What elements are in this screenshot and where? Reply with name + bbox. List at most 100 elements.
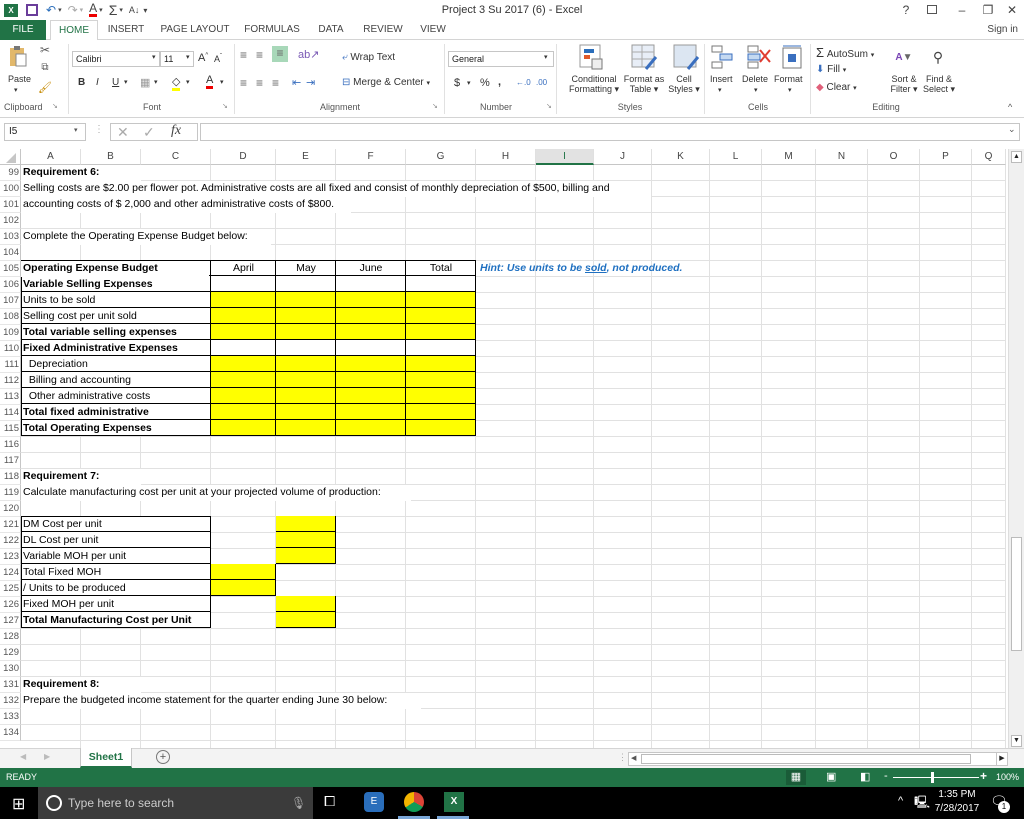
column-header-m[interactable]: M [762,149,816,165]
budget-input-cell[interactable] [336,420,406,436]
copy-icon[interactable]: ⧉ [38,60,52,74]
budget-input-cell[interactable] [211,420,276,436]
scroll-down-button[interactable]: ▼ [1011,735,1022,747]
delete-button[interactable]: Delete [742,74,768,84]
column-header-a[interactable]: A [21,149,81,165]
clipboard-launcher-icon[interactable]: ↘ [52,102,58,110]
network-icon[interactable]: 🖳 [914,793,930,814]
mfg-input-cell[interactable] [276,516,336,532]
sheet-tab-sheet1[interactable]: Sheet1 [80,748,132,768]
fill-button[interactable]: ⬇ Fill ▾ [816,64,846,75]
underline-dropdown-icon[interactable]: ▾ [124,78,128,86]
row-header-104[interactable]: 104 [0,245,21,261]
column-header-b[interactable]: B [81,149,141,165]
scroll-up-button[interactable]: ▲ [1011,151,1022,163]
row-header-116[interactable]: 116 [0,437,21,453]
budget-input-cell[interactable] [336,404,406,420]
column-header-i[interactable]: I [536,149,594,165]
grow-font-icon[interactable]: A^ [198,52,208,64]
column-header-h[interactable]: H [476,149,536,165]
format-as-table-button[interactable]: Format as Table ▾ [620,74,668,95]
orientation-icon[interactable]: ab↗ [298,48,319,61]
italic-button[interactable]: I [96,77,99,88]
budget-input-cell[interactable] [211,356,276,372]
vertical-scroll-thumb[interactable] [1011,537,1022,651]
cell-styles-icon[interactable] [672,43,700,71]
ribbon-display-options-button[interactable] [922,3,942,17]
autosum-button[interactable]: Σ AutoSum ▾ [816,45,874,60]
budget-input-cell[interactable] [406,324,476,340]
select-all-corner[interactable] [0,149,21,165]
row-header-99[interactable]: 99 [0,165,21,181]
normal-view-icon[interactable]: ▦ [786,770,806,785]
budget-input-cell[interactable] [276,292,336,308]
excel-taskbar-icon[interactable]: X [444,792,464,812]
paste-label[interactable]: Paste [8,74,31,84]
borders-dropdown-icon[interactable]: ▾ [154,78,158,86]
align-center-icon[interactable]: ≡ [256,76,263,90]
underline-button[interactable]: U [112,77,119,88]
bold-button[interactable]: B [78,77,85,88]
insert-cells-icon[interactable] [710,44,734,70]
close-button[interactable]: ✕ [1002,3,1022,17]
zoom-out-button[interactable]: - [884,770,888,782]
tab-data[interactable]: DATA [312,20,350,40]
tab-insert[interactable]: INSERT [104,20,148,40]
budget-input-cell[interactable] [336,292,406,308]
sign-in-link[interactable]: Sign in [987,20,1018,40]
row-header-111[interactable]: 111 [0,357,21,373]
zoom-level[interactable]: 100% [996,772,1019,782]
font-name-dropdown-icon[interactable]: ▾ [152,53,156,61]
row-header-102[interactable]: 102 [0,213,21,229]
row-header-127[interactable]: 127 [0,613,21,629]
insert-button[interactable]: Insert [710,74,733,84]
horizontal-scroll-thumb[interactable] [641,754,971,764]
borders-icon[interactable]: ▦ [140,76,150,89]
tab-view[interactable]: VIEW [414,20,452,40]
row-header-109[interactable]: 109 [0,325,21,341]
sort-filter-button[interactable]: Sort & Filter ▾ [888,74,920,95]
sort-filter-icon[interactable]: A ▼ [892,46,916,68]
shrink-font-icon[interactable]: Aˇ [214,54,222,64]
show-hidden-icons[interactable]: ^ [898,795,903,807]
row-header-107[interactable]: 107 [0,293,21,309]
row-header-101[interactable]: 101 [0,197,21,213]
font-color-dropdown-icon[interactable]: ▾ [220,78,224,86]
page-layout-view-icon[interactable]: ▣ [826,770,836,783]
new-sheet-button[interactable]: + [156,750,170,764]
tab-splitter-icon[interactable]: ⋮ [618,752,627,763]
minimize-button[interactable]: – [952,3,972,17]
fill-color-icon[interactable]: ◇ [172,75,181,91]
mfg-input-cell[interactable] [276,532,336,548]
row-header-114[interactable]: 114 [0,405,21,421]
row-header-119[interactable]: 119 [0,485,21,501]
scroll-right-button[interactable]: ▶ [996,752,1008,766]
row-header-129[interactable]: 129 [0,645,21,661]
column-header-c[interactable]: C [141,149,211,165]
conditional-formatting-button[interactable]: Conditional Formatting ▾ [564,74,624,95]
budget-input-cell[interactable] [276,308,336,324]
budget-input-cell[interactable] [336,356,406,372]
row-header-123[interactable]: 123 [0,549,21,565]
currency-button[interactable]: $ [454,77,460,89]
budget-input-cell[interactable] [276,404,336,420]
page-break-view-icon[interactable]: ◧ [860,770,870,783]
budget-input-cell[interactable] [276,356,336,372]
budget-input-cell[interactable] [276,324,336,340]
budget-input-cell[interactable] [336,308,406,324]
font-size-dropdown-icon[interactable]: ▾ [186,53,190,61]
row-header-100[interactable]: 100 [0,181,21,197]
budget-input-cell[interactable] [406,356,476,372]
scroll-left-button[interactable]: ◀ [631,753,636,765]
chrome-icon[interactable] [404,792,424,812]
row-header-106[interactable]: 106 [0,277,21,293]
row-header-120[interactable]: 120 [0,501,21,517]
row-header-134[interactable]: 134 [0,725,21,741]
find-binoculars-icon[interactable]: ⚲ [926,46,950,68]
row-header-133[interactable]: 133 [0,709,21,725]
insert-function-icon[interactable]: fx [171,123,181,139]
budget-input-cell[interactable] [211,372,276,388]
row-header-105[interactable]: 105 [0,261,21,277]
microphone-icon[interactable]: 🎙 [291,787,306,819]
budget-input-cell[interactable] [211,292,276,308]
